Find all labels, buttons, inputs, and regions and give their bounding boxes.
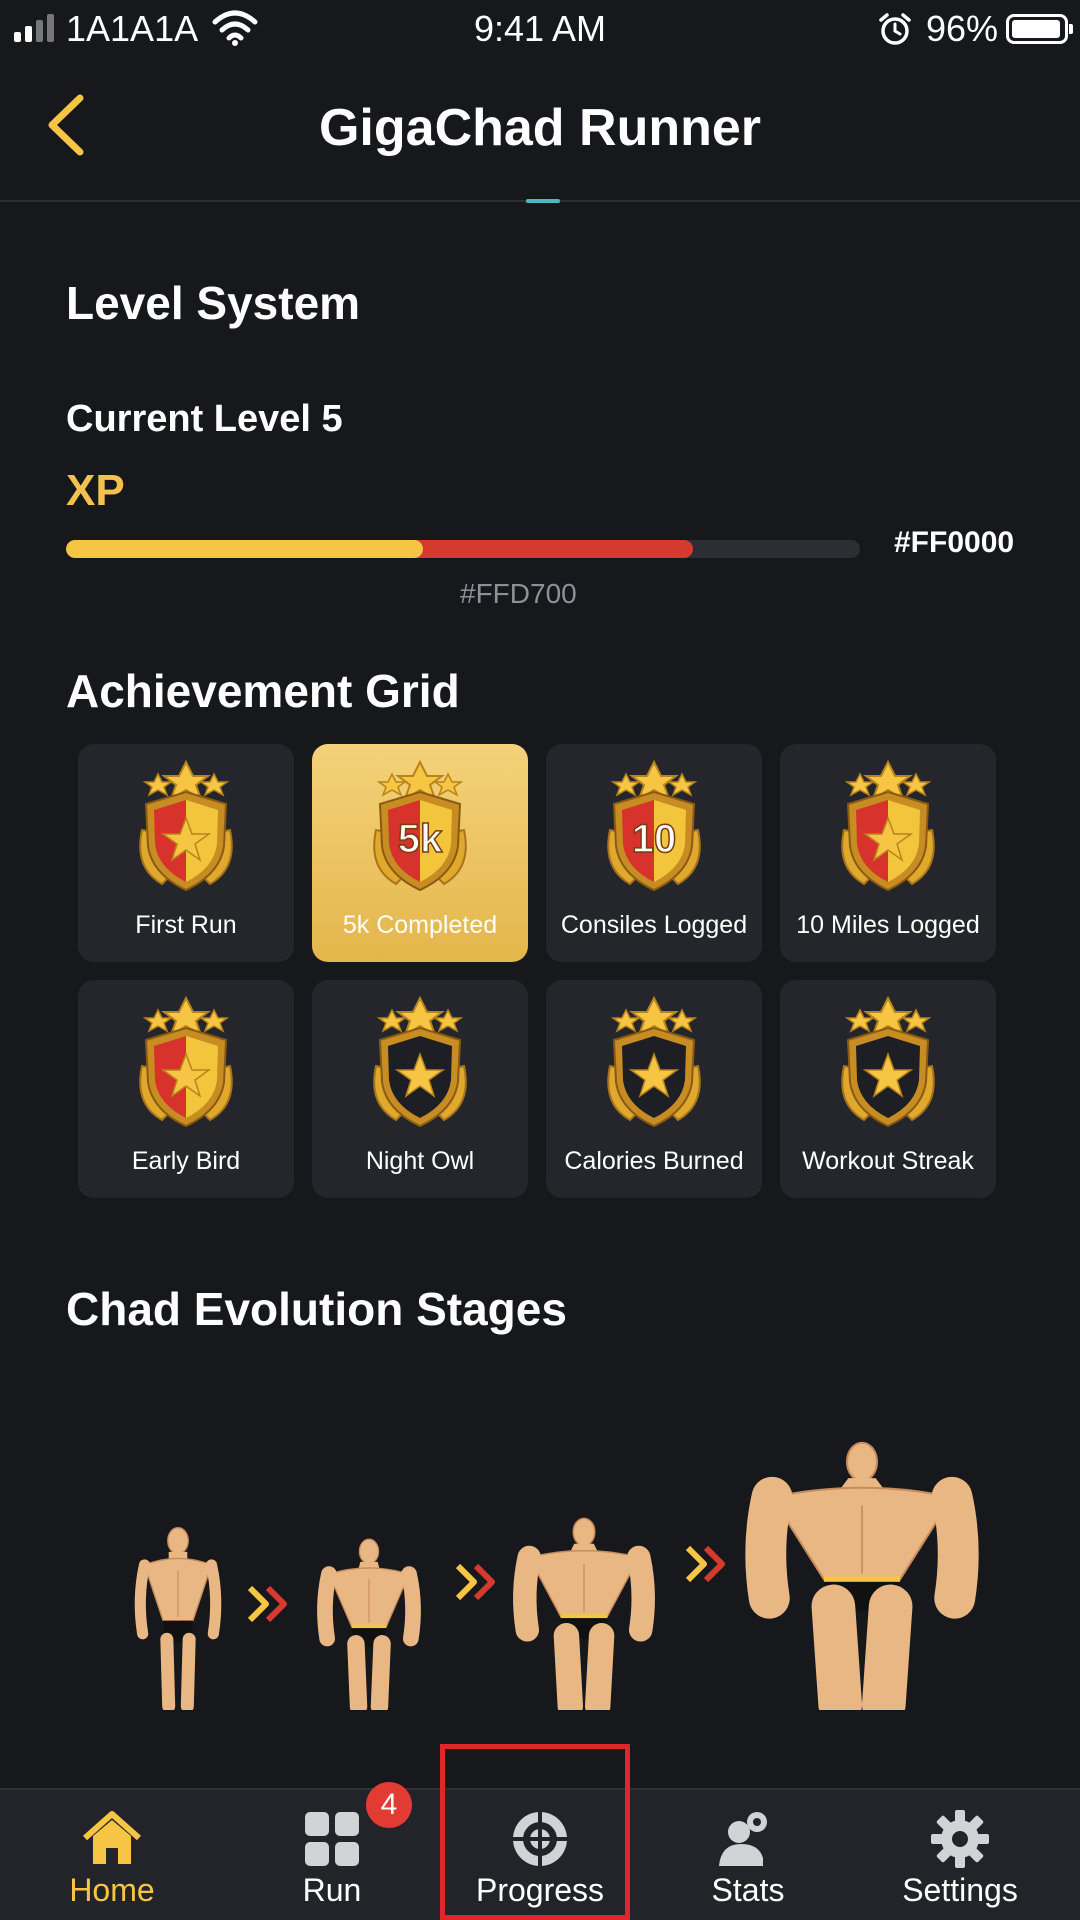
achievement-card[interactable]: 5k 5k Completed	[312, 744, 528, 962]
evolution-stage-figure	[130, 1524, 226, 1713]
nav-label: Settings	[902, 1872, 1018, 1908]
achievement-label: 5k Completed	[342, 911, 498, 939]
xp-progress-bar	[66, 540, 860, 558]
run-notification-badge: 4	[366, 1782, 412, 1828]
achievement-badge-icon	[824, 759, 952, 896]
nav-item-home[interactable]: Home	[4, 1790, 220, 1920]
grid-icon	[299, 1808, 365, 1870]
achievement-badge-icon	[122, 759, 250, 896]
locked-badge-icon	[824, 995, 952, 1132]
home-icon	[79, 1808, 145, 1870]
achievement-label: Workout Streak	[802, 1147, 974, 1175]
badge-text: 5k	[398, 817, 443, 861]
achievement-badge-icon: 10	[590, 759, 718, 896]
gold-hex-label: #FFD700	[460, 578, 577, 609]
achievement-card[interactable]: Calories Burned	[546, 980, 762, 1198]
nav-label: Run	[302, 1872, 362, 1908]
evolution-stages	[0, 1358, 1080, 1727]
achievement-card[interactable]: First Run	[78, 744, 294, 962]
achievement-label: Early Bird	[131, 1147, 241, 1175]
nav-label: Home	[69, 1872, 155, 1908]
achievement-grid: First Run 5k 5k Completed 10 Consiles Lo…	[78, 744, 1000, 1198]
achievement-card[interactable]: 10 Miles Logged	[780, 744, 996, 962]
evolution-arrow-icon	[684, 1544, 730, 1584]
battery-percentage: 96%	[926, 8, 999, 49]
achievement-label: Consiles Logged	[560, 911, 748, 939]
evolution-stage-figure	[496, 1452, 672, 1719]
achievement-label: Calories Burned	[564, 1147, 744, 1175]
xp-progress-gold	[66, 540, 424, 558]
nav-item-settings[interactable]: Settings	[852, 1790, 1068, 1920]
xp-label: XP	[66, 466, 125, 515]
achievement-label: Night Owl	[365, 1147, 475, 1175]
achievement-grid-title: Achievement Grid	[66, 665, 460, 717]
header-indicator	[526, 199, 560, 203]
alarm-icon	[879, 13, 911, 45]
achievement-card[interactable]: 10 Consiles Logged	[546, 744, 762, 962]
status-bar: 1A1A1A 9:41 AM 96%	[0, 0, 1080, 60]
app-header: GigaChad Runner	[0, 60, 1080, 203]
red-hex-label: #FF0000	[894, 526, 1015, 559]
achievement-card[interactable]: Night Owl	[312, 980, 528, 1198]
battery-icon	[1006, 14, 1073, 44]
current-level-label: Current Level 5	[66, 398, 343, 440]
level-system-title: Level System	[66, 277, 361, 329]
achievement-label: First Run	[135, 911, 237, 939]
evolution-arrow-icon	[454, 1562, 500, 1602]
locked-badge-icon	[590, 995, 718, 1132]
achievement-label: 10 Miles Logged	[796, 911, 980, 939]
evolution-stage-figure	[712, 1358, 1012, 1727]
evolution-arrow-icon	[246, 1584, 292, 1624]
achievement-card[interactable]: Workout Streak	[780, 980, 996, 1198]
nav-label: Stats	[711, 1872, 785, 1908]
page-title: GigaChad Runner	[318, 99, 762, 157]
progress-highlight-box	[440, 1744, 630, 1920]
status-time: 9:41 AM	[473, 8, 607, 49]
badge-text: 10	[632, 817, 677, 861]
locked-badge-icon	[356, 995, 484, 1132]
evolution-stage-figure	[308, 1488, 430, 1716]
achievement-badge-icon	[122, 995, 250, 1132]
nav-item-stats[interactable]: Stats	[640, 1790, 856, 1920]
achievement-card[interactable]: Early Bird	[78, 980, 294, 1198]
evolution-title: Chad Evolution Stages	[66, 1283, 567, 1335]
gear-icon	[927, 1808, 993, 1870]
profile-icon	[715, 1808, 781, 1870]
achievement-badge-icon: 5k	[356, 759, 484, 896]
